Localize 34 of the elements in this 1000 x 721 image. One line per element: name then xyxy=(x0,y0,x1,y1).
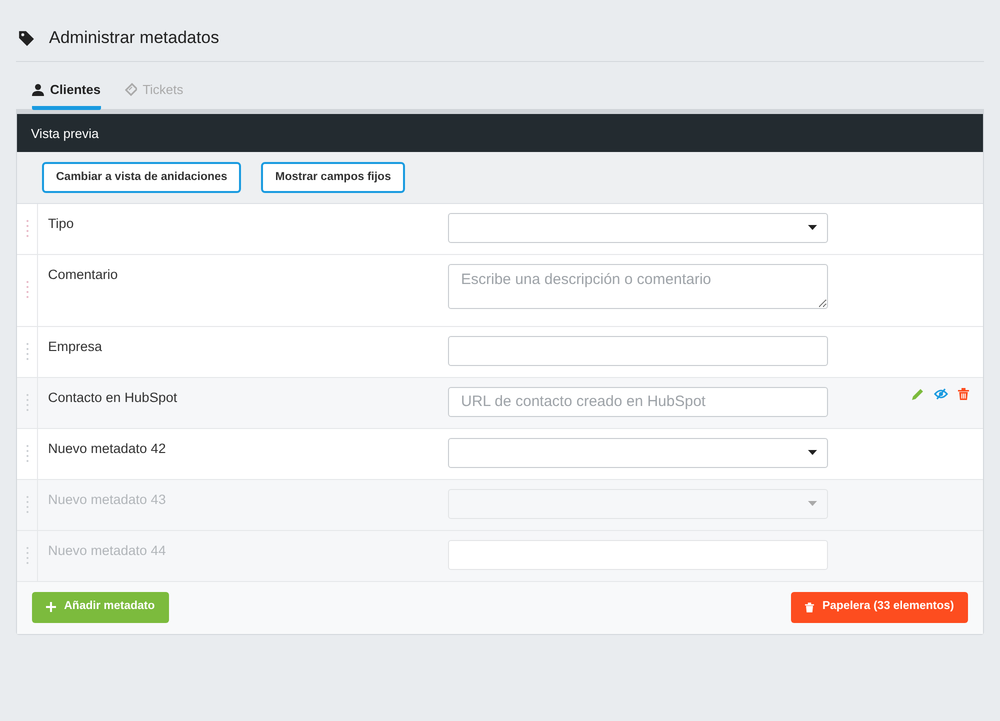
drag-handle-icon xyxy=(26,494,28,514)
eye-slash-icon xyxy=(934,388,948,400)
input-field[interactable] xyxy=(448,336,828,366)
ticket-icon xyxy=(124,83,137,96)
field-label: Comentario xyxy=(47,266,119,284)
page-title: Administrar metadatos xyxy=(49,28,220,49)
user-icon xyxy=(32,83,44,96)
select-field[interactable] xyxy=(448,438,828,468)
tag-icon xyxy=(18,30,35,47)
drag-handle-icon xyxy=(26,280,28,300)
select-field[interactable] xyxy=(448,212,828,242)
plus-icon xyxy=(46,602,56,612)
input-field[interactable]: URL de contacto creado en HubSpot xyxy=(448,386,828,416)
field-label: Nuevo metadato 44 xyxy=(47,542,167,560)
toolbar-button[interactable]: Mostrar campos fijos xyxy=(261,162,405,192)
field-label: Contacto en HubSpot xyxy=(47,388,178,407)
caret-icon xyxy=(808,501,817,506)
drag-handle-icon xyxy=(26,546,28,566)
field-label: Tipo xyxy=(47,214,75,233)
pencil-icon xyxy=(912,388,924,400)
trash-icon xyxy=(958,388,969,400)
field-label: Nuevo metadato 42 xyxy=(47,440,167,458)
trash-icon xyxy=(805,602,814,612)
drag-handle-icon xyxy=(26,392,28,412)
field-label: Nuevo metadato 43 xyxy=(47,490,167,508)
textarea-field[interactable]: Escribe una descripción o comentario xyxy=(448,264,828,308)
caret-icon xyxy=(808,450,817,455)
drag-handle-icon xyxy=(26,342,28,362)
toolbar-button[interactable]: Cambiar a vista de anidaciones xyxy=(42,162,242,192)
caret-icon xyxy=(808,225,817,230)
drag-handle-icon xyxy=(26,218,28,238)
preview-bar: Vista previa xyxy=(17,114,983,152)
field-label: Empresa xyxy=(47,338,104,356)
drag-handle-icon xyxy=(26,444,28,464)
